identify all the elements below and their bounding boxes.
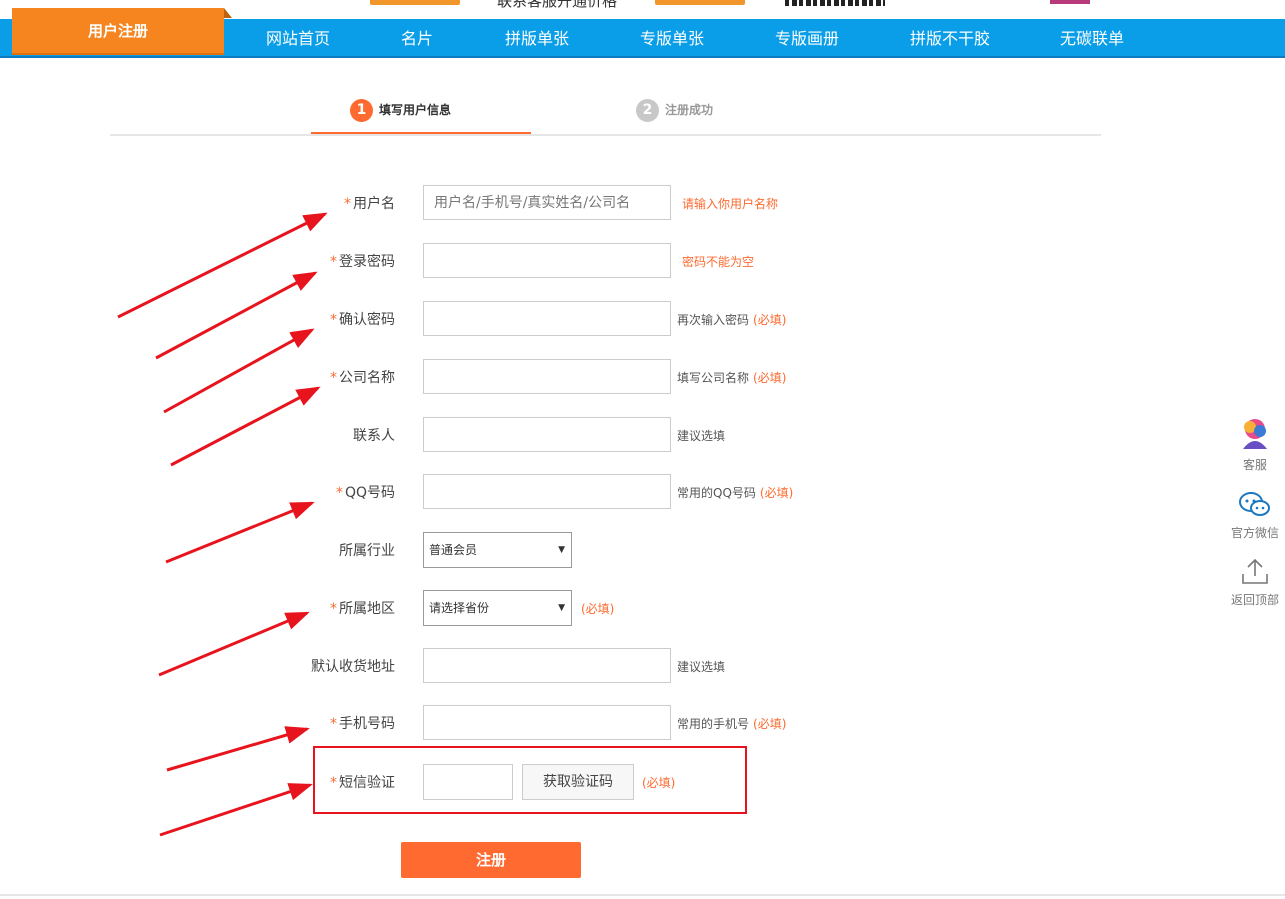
top-banner-text: 联系客服开通价格	[497, 0, 618, 10]
active-step-indicator	[311, 132, 531, 134]
hint-text: 填写公司名称	[677, 371, 750, 385]
label-text: 用户名	[353, 196, 395, 212]
step-fill-info: 1 填写用户信息	[350, 98, 451, 126]
nav-item-carbonless[interactable]: 无碳联单	[1060, 19, 1124, 56]
wechat-icon	[1239, 492, 1270, 516]
nav-item-brochure[interactable]: 专版画册	[775, 19, 839, 56]
step-success: 2 注册成功	[636, 98, 713, 126]
contact-label: 联系人	[353, 428, 395, 444]
label-text: 手机号码	[339, 716, 395, 732]
form-row-region: * 所属地区 请选择省份 ▼ (必填)	[0, 590, 1285, 628]
contact-hint: 建议选填	[677, 429, 726, 443]
side-label: 客服	[1242, 458, 1267, 472]
top-banner-button[interactable]	[370, 0, 460, 5]
password-label: * 登录密码	[330, 243, 395, 281]
select-value: 普通会员	[429, 543, 478, 557]
label-text: 确认密码	[339, 312, 395, 328]
region-required-note: (必填)	[581, 602, 615, 616]
confirm-password-label: * 确认密码	[330, 301, 395, 339]
label-text: QQ号码	[344, 485, 395, 501]
registration-steps: 1 填写用户信息 2 注册成功	[110, 92, 1101, 136]
footer-divider	[0, 894, 1285, 896]
required-note: (必填)	[759, 486, 794, 500]
form-row-password: * 登录密码 密码不能为空	[0, 243, 1285, 281]
customer-service-icon	[1243, 419, 1267, 449]
required-star: *	[330, 254, 337, 270]
select-value: 请选择省份	[429, 601, 490, 615]
region-select[interactable]: 请选择省份 ▼	[423, 590, 572, 626]
side-back-to-top[interactable]: 返回顶部	[1225, 556, 1285, 608]
required-star: *	[344, 196, 351, 212]
step-label: 填写用户信息	[379, 103, 452, 117]
username-hint: 请输入你用户名称	[682, 197, 779, 211]
nav-tab-register[interactable]: 用户注册	[12, 8, 232, 53]
password-hint: 密码不能为空	[682, 255, 755, 269]
step-label: 注册成功	[665, 103, 714, 117]
form-row-qq: * QQ号码 常用的QQ号码 (必填)	[0, 474, 1285, 512]
top-banner-button[interactable]	[655, 0, 745, 5]
mobile-hint: 常用的手机号 (必填)	[677, 705, 786, 743]
form-row-address: 默认收货地址 建议选填	[0, 648, 1285, 686]
nav-item-ganged-single[interactable]: 拼版单张	[505, 19, 569, 56]
industry-label: 所属行业	[339, 543, 395, 559]
region-label: * 所属地区	[330, 590, 395, 628]
mobile-label: * 手机号码	[330, 705, 395, 743]
annotation-highlight-box	[313, 746, 747, 814]
form-row-contact: 联系人 建议选填	[0, 417, 1285, 455]
banner-image	[1050, 0, 1090, 4]
address-input[interactable]	[423, 648, 671, 683]
dropdown-caret-icon: ▼	[558, 603, 565, 613]
nav-item-dedicated-single[interactable]: 专版单张	[640, 19, 704, 56]
form-row-mobile: * 手机号码 常用的手机号 (必填)	[0, 705, 1285, 743]
side-wechat[interactable]: 官方微信	[1225, 491, 1285, 541]
hint-text: 再次输入密码	[677, 313, 750, 327]
confirm-password-input[interactable]	[423, 301, 671, 336]
username-input[interactable]	[423, 185, 671, 220]
required-note: (必填)	[753, 371, 787, 385]
label-text: 公司名称	[339, 370, 395, 386]
label-text: 所属地区	[339, 601, 395, 617]
contact-input[interactable]	[423, 417, 671, 452]
dropdown-caret-icon: ▼	[558, 545, 565, 555]
qr-code-image	[785, 0, 885, 6]
upload-arrow-icon	[1242, 558, 1268, 584]
nav-item-home[interactable]: 网站首页	[266, 19, 330, 56]
step-number: 1	[350, 99, 373, 122]
form-row-username: *用户名 请输入你用户名称	[0, 185, 1285, 223]
required-star: *	[330, 370, 337, 386]
address-hint: 建议选填	[677, 660, 726, 674]
qq-input[interactable]	[423, 474, 671, 509]
form-row-confirm-password: * 确认密码 再次输入密码 (必填)	[0, 301, 1285, 339]
mobile-input[interactable]	[423, 705, 671, 740]
step-number: 2	[636, 99, 659, 122]
hint-text: 常用的QQ号码	[677, 486, 756, 500]
confirm-password-hint: 再次输入密码 (必填)	[677, 301, 786, 339]
side-label: 官方微信	[1230, 526, 1279, 540]
label-text: 登录密码	[339, 254, 395, 270]
register-submit-button[interactable]: 注册	[401, 842, 581, 878]
form-row-company: * 公司名称 填写公司名称 (必填)	[0, 359, 1285, 397]
username-label: * 用户名	[344, 185, 395, 223]
nav-item-business-card[interactable]: 名片	[401, 19, 433, 56]
required-star: *	[330, 716, 337, 732]
nav-item-sticker[interactable]: 拼版不干胶	[910, 19, 990, 56]
required-star: *	[330, 601, 337, 617]
required-star: *	[335, 485, 343, 501]
company-label: * 公司名称	[330, 359, 395, 397]
side-customer-service[interactable]: 客服	[1225, 415, 1285, 473]
side-label: 返回顶部	[1230, 593, 1279, 607]
qq-label: * QQ号码	[336, 474, 395, 512]
required-note: (必填)	[753, 313, 787, 327]
required-star: *	[330, 312, 337, 328]
company-input[interactable]	[423, 359, 671, 394]
hint-text: 常用的手机号	[677, 717, 750, 731]
industry-select[interactable]: 普通会员 ▼	[423, 532, 572, 568]
qq-hint: 常用的QQ号码 (必填)	[677, 474, 793, 512]
password-input[interactable]	[423, 243, 671, 278]
required-note: (必填)	[753, 717, 787, 731]
form-row-industry: 所属行业 普通会员 ▼	[0, 532, 1285, 570]
address-label: 默认收货地址	[311, 659, 395, 675]
company-hint: 填写公司名称 (必填)	[677, 359, 786, 397]
